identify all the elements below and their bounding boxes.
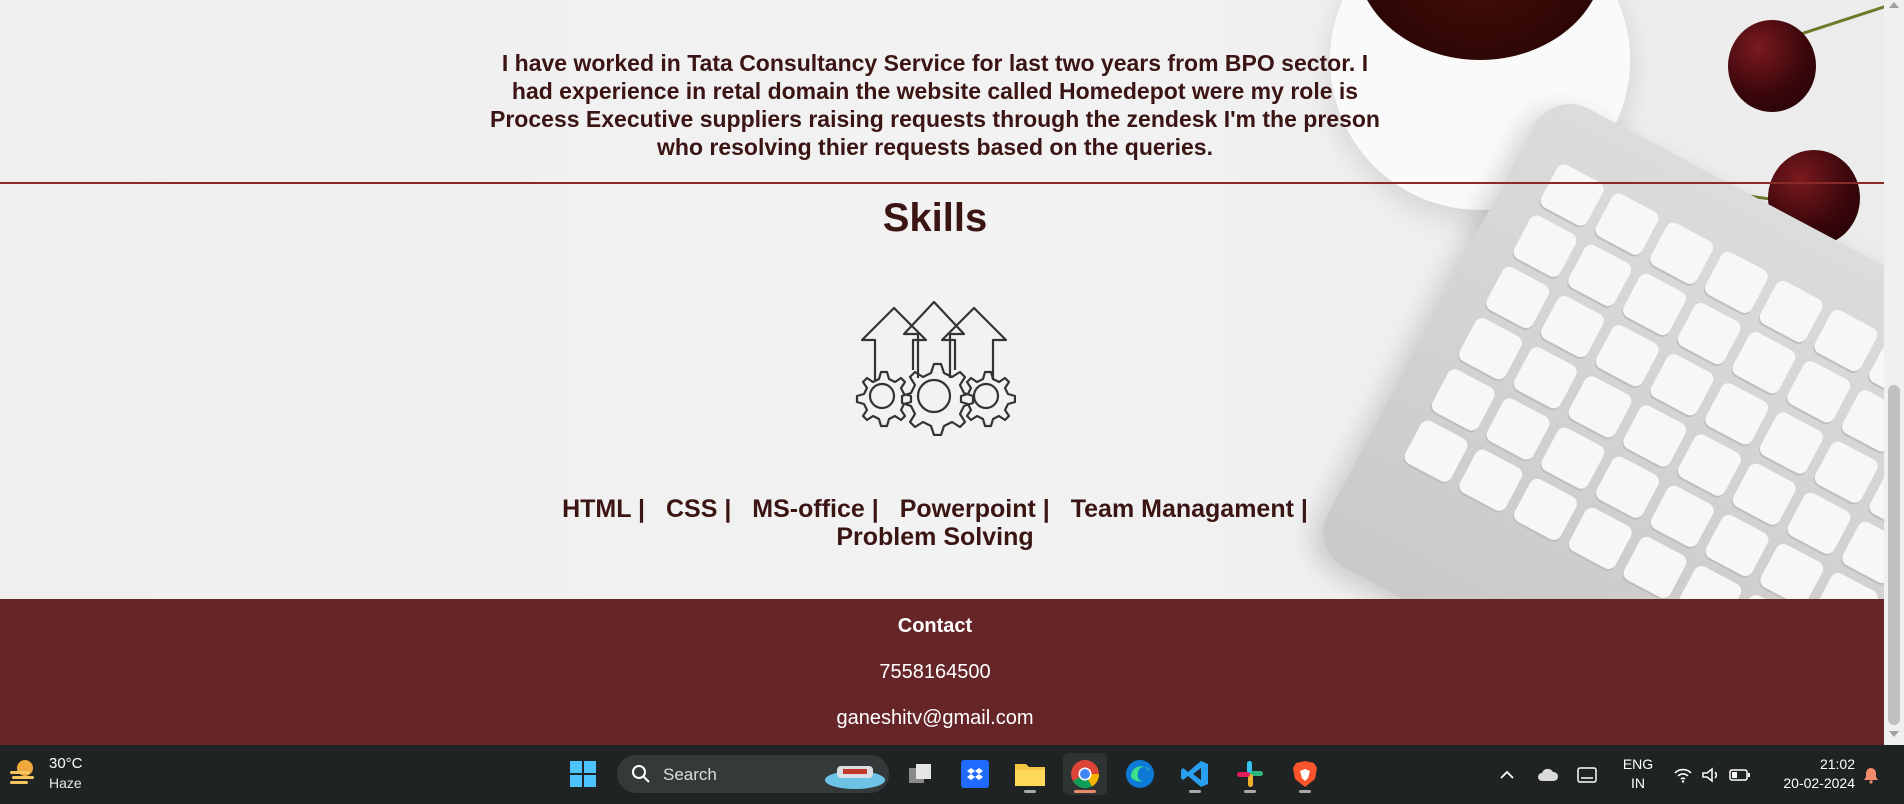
show-hidden-icons-button[interactable] [1495,745,1519,804]
contact-footer: Contact 7558164500 ganeshitv@gmail.com [0,599,1884,745]
notification-bell-icon [1864,767,1878,784]
brave-icon [1293,761,1317,787]
skills-heading: Skills [882,196,988,240]
tablet-mode-button[interactable] [1573,745,1601,804]
tablet-icon [1577,766,1597,783]
page-scrollbar[interactable] [1884,0,1904,745]
chrome-icon [1071,760,1100,789]
running-indicator [1024,790,1036,793]
slack-icon [1237,761,1263,787]
file-explorer-button[interactable] [1008,753,1052,795]
running-indicator [1244,790,1256,793]
vscode-icon [1181,761,1208,787]
running-indicator [1299,790,1311,793]
contact-heading: Contact [897,615,973,637]
contact-phone[interactable]: 7558164500 [0,661,1870,684]
windows-taskbar: 30°C Haze Search ENG IN 21:02 20-02-2024 [0,745,1904,804]
battery-icon [1729,768,1750,781]
skill-item-team-management: Team Managament | [1070,495,1308,523]
about-text: I have worked in Tata Consultancy Servic… [490,50,1380,160]
section-divider [0,182,1884,184]
task-view-button[interactable] [898,753,942,795]
chrome-button[interactable] [1063,753,1107,795]
skill-item-powerpoint: Powerpoint | [899,495,1050,523]
contact-email[interactable]: ganeshitv@gmail.com [0,707,1870,730]
start-button[interactable] [561,753,605,795]
speaker-icon [1702,766,1718,783]
battery-button[interactable] [1726,745,1754,804]
vscode-button[interactable] [1173,753,1217,795]
language-indicator[interactable]: ENG IN [1618,755,1658,793]
brave-button[interactable] [1283,753,1327,795]
skill-item-ms-office: MS-office | [752,495,879,523]
file-explorer-icon [1015,764,1045,786]
task-view-icon [909,764,931,783]
active-indicator [1074,790,1096,793]
weather-temperature[interactable]: 30°C [49,755,83,772]
notifications-button[interactable] [1858,745,1884,804]
scroll-down-arrow-icon[interactable] [1889,731,1899,737]
weather-condition[interactable]: Haze [49,775,82,791]
search-highlight-image [825,766,885,789]
language-code: ENG [1622,756,1654,772]
windows-start-icon [570,761,596,787]
weather-haze-icon[interactable] [8,757,38,787]
skill-item-css: CSS | [665,495,732,523]
skill-item-problem-solving: Problem Solving [836,523,1034,551]
scroll-thumb[interactable] [1888,385,1900,725]
onedrive-button[interactable] [1534,745,1562,804]
wifi-icon [1674,768,1692,783]
network-button[interactable] [1670,745,1696,804]
cherry-image [1728,20,1816,112]
search-icon [632,765,650,783]
skill-item-html: HTML | [562,495,646,523]
chevron-up-icon [1500,770,1514,779]
scroll-up-arrow-icon[interactable] [1889,2,1899,8]
taskbar-search[interactable]: Search [617,755,889,793]
edge-icon [1126,760,1154,788]
clock-date: 20-02-2024 [1783,775,1855,791]
volume-button[interactable] [1698,745,1724,804]
slack-button[interactable] [1228,753,1272,795]
gears-arrows-icon [855,300,1016,436]
portfolio-page: I have worked in Tata Consultancy Servic… [0,0,1884,745]
clock-time: 21:02 [1819,756,1855,772]
running-indicator [1189,790,1201,793]
dropbox-button[interactable] [953,753,997,795]
dropbox-icon [961,760,989,788]
clock[interactable]: 21:02 20-02-2024 [1765,755,1855,793]
edge-button[interactable] [1118,753,1162,795]
language-region: IN [1631,775,1645,791]
cloud-icon [1538,768,1559,781]
search-placeholder: Search [663,765,717,784]
skills-list: HTML | CSS | MS-office | Powerpoint | Te… [540,495,1330,551]
